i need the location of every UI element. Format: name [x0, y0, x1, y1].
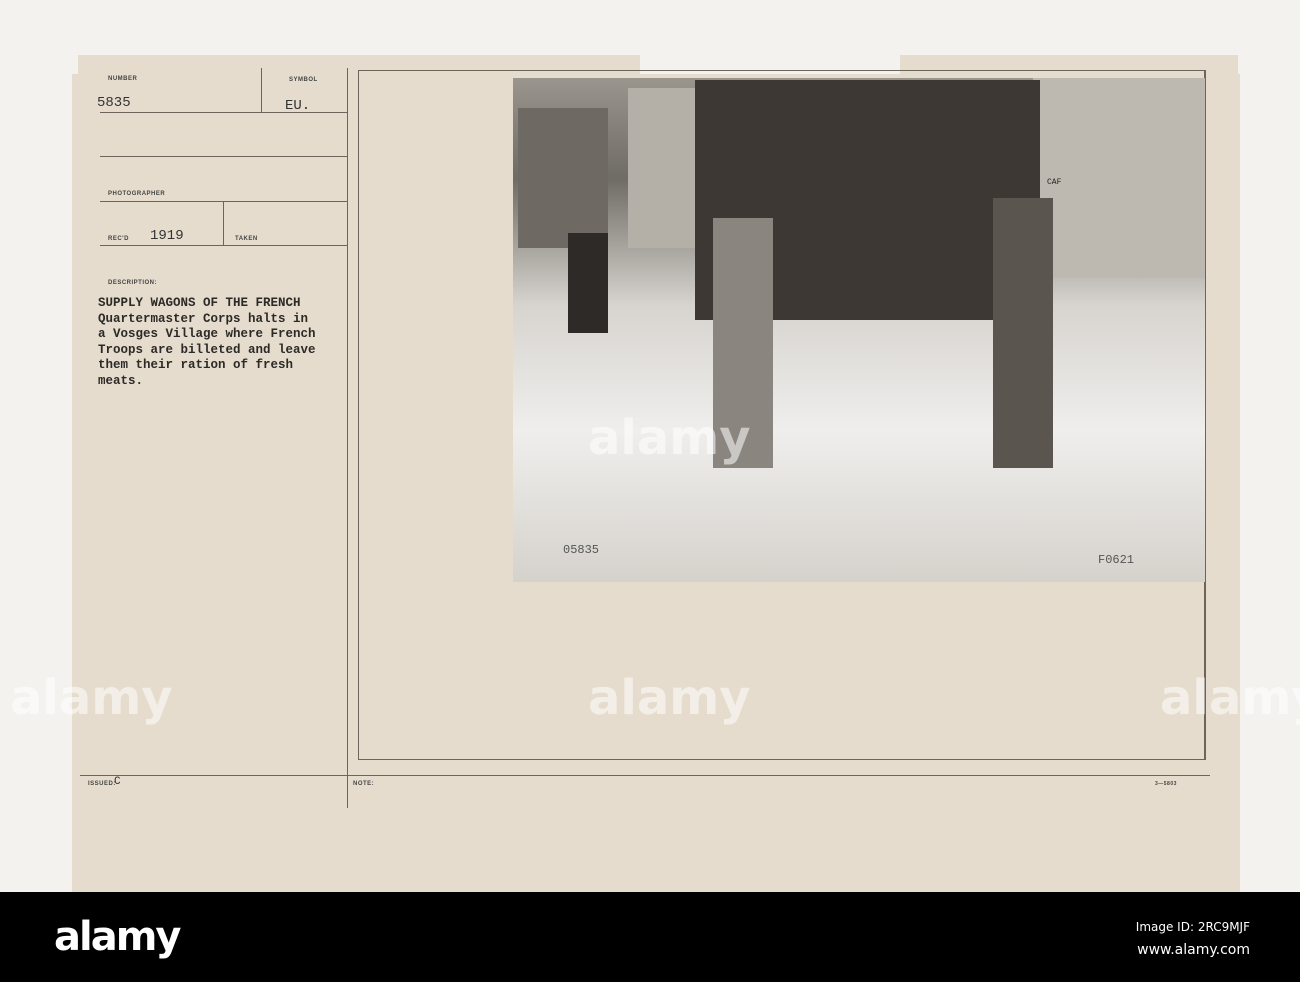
symbol-label: SYMBOL — [289, 77, 318, 83]
divider — [100, 156, 348, 157]
footer-bar: alamy Image ID: 2RC9MJF www.alamy.com — [0, 892, 1300, 982]
description-text: SUPPLY WAGONS OF THE FRENCH Quartermaste… — [98, 296, 316, 388]
taken-label: TAKEN — [235, 236, 258, 242]
form-number: 3—5803 — [1155, 781, 1177, 787]
building — [518, 108, 608, 248]
building — [628, 88, 698, 248]
symbol-value: EU. — [285, 98, 311, 114]
divider — [261, 68, 262, 112]
photographer-label: PHOTOGRAPHER — [108, 191, 166, 197]
soldier-right — [993, 198, 1053, 468]
divider — [100, 245, 348, 246]
description-label: DESCRIPTION: — [108, 280, 158, 286]
recd-value: 1919 — [150, 228, 184, 244]
site-url: www.alamy.com — [1137, 942, 1250, 958]
watermark: alamy — [588, 410, 751, 466]
image-id: Image ID: 2RC9MJF — [1135, 920, 1250, 934]
issued-label: ISSUED: — [88, 781, 116, 787]
shop-sign: CAF — [1047, 178, 1062, 187]
alamy-logo: alamy — [54, 914, 181, 960]
historical-photo: CAF 05835 F0621 — [513, 78, 1205, 582]
watermark: alamy — [10, 670, 173, 726]
negative-number: 05835 — [563, 543, 600, 557]
divider — [100, 112, 348, 113]
distant-figure — [568, 233, 608, 333]
watermark: alamy — [588, 670, 751, 726]
number-value: 5835 — [97, 95, 131, 111]
divider — [80, 775, 1210, 776]
watermark: alamy — [1160, 670, 1300, 726]
divider — [100, 201, 348, 202]
divider — [223, 201, 224, 245]
note-label: NOTE: — [353, 781, 375, 787]
number-label: NUMBER — [108, 76, 138, 82]
divider — [347, 68, 348, 808]
corner-mark: F0621 — [1098, 553, 1135, 567]
recd-label: REC'D — [108, 236, 129, 242]
issued-value: C — [114, 776, 121, 788]
